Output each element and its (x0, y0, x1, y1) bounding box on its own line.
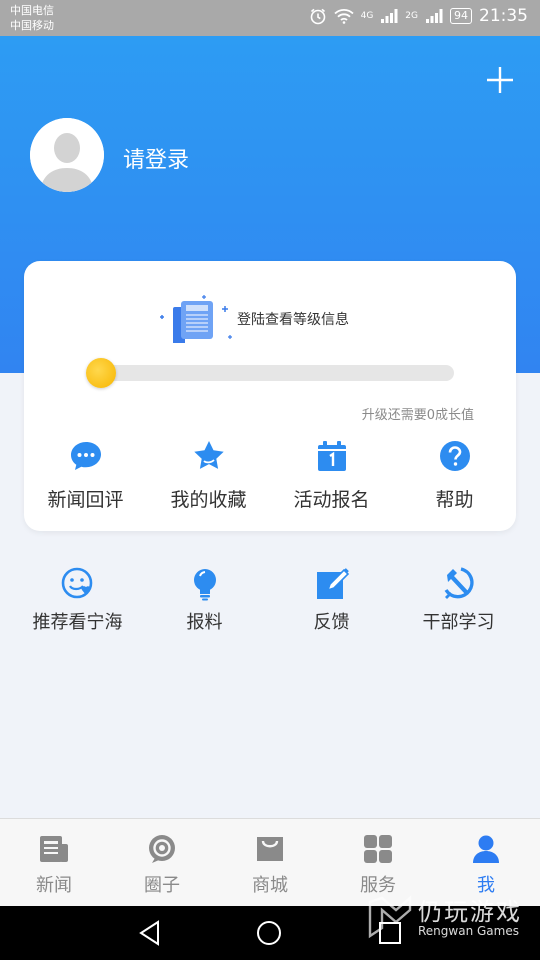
level-info-text[interactable]: 登陆查看等级信息 (237, 309, 349, 329)
my-favorites-label: 我的收藏 (170, 489, 247, 511)
avatar[interactable] (30, 118, 104, 192)
home-icon[interactable] (255, 919, 283, 947)
tab-circle-label: 圈子 (144, 875, 180, 896)
tab-circle[interactable]: 圈子 (108, 819, 216, 906)
user-icon (473, 835, 499, 863)
network-type-2: 2G (405, 11, 418, 21)
help-label: 帮助 (435, 489, 474, 511)
signal-icon-2 (426, 9, 443, 23)
report-tip-button[interactable]: 报料 (141, 566, 268, 634)
status-bar: 中国电信 中国移动 4G 2G 94 21:35 (0, 0, 540, 36)
level-card: 登陆查看等级信息 升级还需要0成长值 新闻回评 我的收藏 活动报名 帮助 (24, 261, 516, 531)
carrier-2: 中国移动 (10, 19, 54, 32)
smiley-heart-icon (61, 567, 92, 599)
upgrade-hint: 升级还需要0成长值 (361, 408, 474, 423)
calendar-icon (317, 441, 346, 471)
tab-news-label: 新闻 (36, 875, 72, 896)
feature-row: 推荐看宁海 报料 反馈 干部学习 (14, 566, 524, 634)
level-progress-bar (86, 358, 454, 388)
default-avatar-icon (30, 118, 104, 192)
help-button[interactable]: 帮助 (393, 439, 516, 512)
add-icon[interactable] (484, 64, 516, 96)
edit-icon (316, 568, 349, 599)
level-info-icon (160, 295, 232, 343)
event-signup-button[interactable]: 活动报名 (270, 439, 393, 512)
shop-bag-icon (257, 837, 283, 861)
circle-icon (149, 835, 175, 863)
feedback-label: 反馈 (313, 612, 350, 633)
wifi-icon (333, 9, 354, 24)
event-signup-label: 活动报名 (293, 489, 370, 511)
recommend-ninghai-button[interactable]: 推荐看宁海 (14, 566, 141, 634)
tab-shop-label: 商城 (252, 875, 288, 896)
star-icon (193, 441, 224, 469)
news-icon (40, 836, 68, 862)
feedback-button[interactable]: 反馈 (268, 566, 395, 634)
tab-news[interactable]: 新闻 (0, 819, 108, 906)
battery-level: 94 (450, 8, 472, 24)
my-favorites-button[interactable]: 我的收藏 (147, 439, 270, 512)
alarm-icon (310, 8, 325, 25)
status-icons: 4G 2G 94 21:35 (309, 6, 528, 26)
news-comments-label: 新闻回评 (47, 489, 124, 511)
grid-icon (364, 835, 392, 863)
watermark-logo-icon (368, 895, 412, 939)
news-comments-button[interactable]: 新闻回评 (24, 439, 147, 512)
chat-bubble-icon (70, 442, 101, 470)
level-progress-knob (86, 358, 116, 388)
login-link[interactable]: 请登录 (123, 142, 189, 174)
report-tip-label: 报料 (186, 612, 223, 633)
hammer-sickle-icon (444, 567, 474, 599)
lightbulb-icon (193, 569, 216, 601)
clock: 21:35 (479, 6, 528, 26)
carrier-info: 中国电信 中国移动 (10, 3, 54, 33)
recommend-ninghai-label: 推荐看宁海 (32, 612, 123, 633)
signal-icon-1 (381, 9, 398, 23)
cadre-study-button[interactable]: 干部学习 (395, 566, 522, 634)
help-icon (439, 441, 470, 471)
back-icon[interactable] (136, 919, 164, 947)
carrier-1: 中国电信 (10, 4, 54, 17)
cadre-study-label: 干部学习 (422, 612, 495, 633)
watermark-title: 仍玩游戏 (418, 898, 522, 926)
tab-shop[interactable]: 商城 (216, 819, 324, 906)
quick-actions: 新闻回评 我的收藏 活动报名 帮助 (24, 439, 516, 512)
network-type-1: 4G (360, 11, 374, 21)
watermark: 仍玩游戏 Rengwan Games (366, 888, 536, 948)
watermark-subtitle: Rengwan Games (418, 924, 519, 938)
